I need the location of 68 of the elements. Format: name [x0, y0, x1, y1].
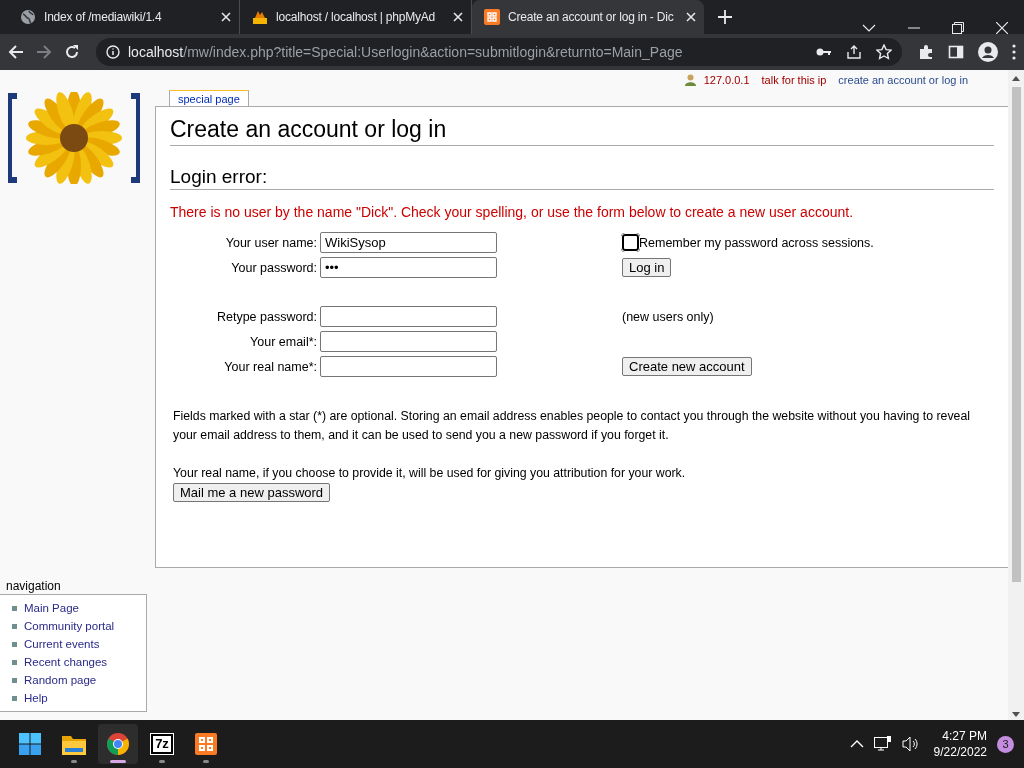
xampp-icon	[484, 9, 500, 25]
field-label: Your user name:	[224, 235, 318, 250]
field-label: Your real name*:	[223, 359, 318, 374]
scroll-up-icon[interactable]	[1012, 76, 1020, 81]
section-heading: Login error:	[170, 166, 994, 190]
pma-icon	[252, 9, 268, 25]
nav-link[interactable]: Current events	[12, 635, 146, 653]
menu-icon[interactable]	[1012, 44, 1016, 60]
chevron-up-icon[interactable]	[849, 740, 864, 748]
address-bar[interactable]: localhost/mw/index.php?title=Special:Userlogin&action=submitlogin&returnto=Main_Page	[96, 38, 902, 66]
globe-icon	[20, 9, 36, 25]
field-label: Retype password:	[215, 309, 318, 324]
puzzle-icon[interactable]	[918, 44, 934, 60]
nav-link[interactable]: Random page	[12, 671, 146, 689]
nav-link[interactable]: Help	[12, 689, 146, 707]
new-tab-icon[interactable]	[718, 10, 732, 24]
clock[interactable]: 4:27 PM 9/22/2022	[933, 728, 987, 760]
chevron-down-icon[interactable]	[862, 23, 876, 33]
network-icon[interactable]	[873, 736, 892, 752]
note-paragraph: Your real name, if you choose to provide it, will be used for giving you attribution for your work.	[173, 465, 687, 482]
input-field[interactable]: •••	[320, 257, 497, 278]
archiver-icon[interactable]: 7z	[151, 734, 173, 754]
taskbar-button[interactable]: 7z	[142, 724, 182, 764]
field-label: Your password:	[230, 260, 318, 275]
error-message: There is no user by the name "Dick". Check your spelling, or use the form below to create a new user account.	[170, 204, 855, 220]
close-icon[interactable]	[686, 12, 696, 22]
back-arrow-icon[interactable]	[8, 44, 24, 60]
checkbox[interactable]	[622, 234, 639, 251]
star-icon[interactable]	[876, 44, 892, 60]
close-icon[interactable]	[221, 12, 231, 22]
reload-icon[interactable]	[64, 44, 80, 60]
checkbox-label: Remember my password across sessions.	[639, 235, 874, 250]
info-icon	[106, 45, 120, 59]
field-label: Your email*:	[249, 334, 318, 349]
input-field[interactable]	[320, 306, 497, 327]
taskbar-button[interactable]	[98, 724, 138, 764]
form-button[interactable]: Log in	[622, 258, 672, 277]
close-icon[interactable]	[996, 22, 1008, 34]
personal-link[interactable]: talk for this ip	[761, 74, 827, 86]
hint-text: (new users only)	[622, 309, 714, 324]
page-title: Create an account or log in	[170, 115, 994, 146]
windows-start-icon[interactable]	[19, 733, 41, 755]
sidebar-icon[interactable]	[948, 44, 964, 60]
restore-icon[interactable]	[952, 22, 964, 34]
user-icon	[684, 74, 696, 86]
nav-link[interactable]: Recent changes	[12, 653, 146, 671]
profile-icon[interactable]	[978, 42, 998, 62]
note-paragraph: Fields marked with a star (*) are optional. Storing an email address enables people to contact you through the website without you having to reveal your email address to them, and it can be used to send you a new password if you forget it.	[173, 408, 972, 444]
input-field[interactable]	[320, 356, 497, 377]
chrome-icon[interactable]	[107, 733, 129, 755]
browser-tab[interactable]: Create an account or log in - Dic	[472, 0, 704, 34]
input-field[interactable]: WikiSysop	[320, 232, 497, 253]
close-icon[interactable]	[453, 12, 463, 22]
forward-arrow-icon[interactable]	[36, 44, 52, 60]
portlet-heading: navigation	[5, 579, 61, 593]
nav-link[interactable]: Main Page	[12, 599, 146, 617]
scrollbar[interactable]	[1008, 70, 1024, 720]
volume-icon[interactable]	[901, 736, 920, 752]
folder-icon[interactable]	[62, 733, 86, 755]
nav-link[interactable]: Community portal	[12, 617, 146, 635]
notification-badge[interactable]: 3	[997, 735, 1014, 753]
form-button[interactable]: Create new account	[622, 357, 752, 376]
personal-link[interactable]: create an account or log in	[838, 74, 968, 86]
scroll-down-icon[interactable]	[1012, 712, 1020, 717]
user-link[interactable]: 127.0.0.1	[703, 74, 750, 86]
share-icon[interactable]	[846, 44, 862, 60]
input-field[interactable]	[320, 331, 497, 352]
mail-password-button[interactable]: Mail me a new password	[173, 483, 331, 502]
